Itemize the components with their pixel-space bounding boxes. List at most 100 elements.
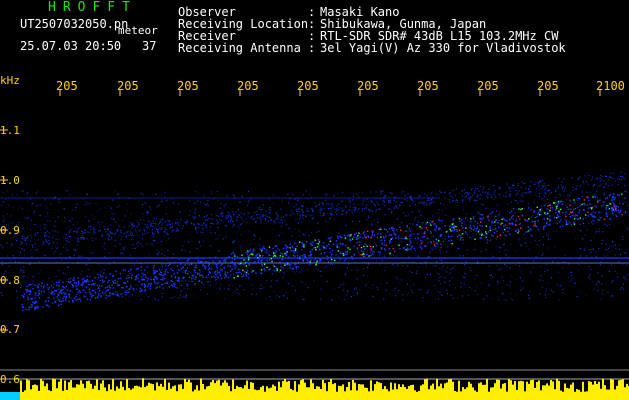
- noise-dot: [590, 239, 592, 241]
- noise-dot: [58, 198, 60, 201]
- trail-dot: [239, 224, 241, 226]
- trail-dot: [240, 262, 242, 265]
- noise-dot: [172, 253, 174, 255]
- trail-dot: [493, 191, 495, 193]
- noise-dot: [111, 213, 113, 215]
- trail-dot: [435, 226, 438, 228]
- noise-dot: [353, 288, 355, 290]
- trail-dot: [331, 253, 333, 256]
- signal-bar: [38, 390, 40, 400]
- noise-dot: [258, 243, 260, 246]
- noise-dot: [395, 255, 397, 257]
- noise-dot: [616, 208, 618, 211]
- trail-dot: [389, 208, 391, 210]
- noise-dot: [386, 282, 388, 284]
- noise-dot: [124, 215, 126, 217]
- trail-dot: [117, 285, 119, 287]
- trail-dot: [598, 185, 600, 187]
- trail-dot: [235, 271, 237, 274]
- trail-dot: [559, 201, 562, 203]
- noise-dot: [183, 287, 185, 290]
- trail-dot: [117, 229, 119, 231]
- trail-dot: [53, 297, 55, 299]
- trail-dot: [288, 256, 290, 258]
- noise-dot: [141, 238, 143, 240]
- trail-dot: [272, 251, 275, 253]
- noise-dot: [437, 212, 439, 214]
- noise-dot: [492, 255, 494, 257]
- trail-dot: [461, 218, 463, 221]
- trail-dot: [434, 229, 436, 231]
- noise-dot: [138, 231, 140, 233]
- trail-dot: [120, 293, 123, 295]
- noise-dot: [496, 210, 498, 212]
- noise-dot: [93, 284, 95, 287]
- signal-bar: [516, 389, 518, 400]
- noise-dot: [250, 268, 252, 270]
- trail-dot: [195, 264, 197, 267]
- signal-bar: [224, 380, 226, 400]
- noise-dot: [119, 252, 121, 254]
- trail-dot: [582, 181, 584, 184]
- trail-dot: [462, 199, 464, 201]
- trail-dot: [337, 250, 340, 252]
- trail-dot: [76, 288, 78, 290]
- signal-bar: [496, 379, 498, 400]
- noise-dot: [579, 223, 581, 225]
- noise-dot: [53, 253, 55, 255]
- trail-dot: [561, 181, 563, 183]
- trail-dot: [555, 207, 558, 209]
- trail-dot: [579, 185, 581, 187]
- trail-dot: [119, 273, 122, 275]
- noise-dot: [185, 223, 187, 225]
- noise-dot: [276, 294, 278, 296]
- trail-dot: [202, 276, 204, 279]
- signal-bar: [398, 384, 400, 400]
- trail-dot: [382, 203, 384, 205]
- noise-dot: [546, 269, 549, 272]
- trail-dot: [96, 284, 99, 287]
- noise-dot: [63, 208, 65, 210]
- noise-dot: [570, 226, 573, 228]
- trail-dot: [578, 212, 580, 214]
- trail-dot: [184, 271, 187, 273]
- signal-bar: [176, 391, 178, 400]
- trail-dot: [591, 206, 594, 209]
- trail-dot: [607, 178, 610, 181]
- trail-dot: [560, 208, 562, 211]
- trail-dot: [205, 266, 207, 268]
- trail-dot: [367, 236, 370, 238]
- noise-dot: [389, 202, 391, 204]
- trail-dot: [143, 279, 145, 281]
- trail-dot: [205, 226, 207, 229]
- noise-dot: [323, 194, 325, 196]
- x-tick-label: 205: [477, 79, 499, 93]
- trail-dot: [503, 219, 505, 221]
- noise-dot: [99, 280, 101, 282]
- noise-dot: [384, 269, 386, 272]
- trail-dot: [295, 211, 298, 213]
- noise-dot: [6, 242, 8, 244]
- noise-dot: [21, 284, 23, 286]
- trail-dot: [422, 203, 424, 205]
- noise-dot: [258, 247, 261, 249]
- noise-dot: [201, 227, 204, 229]
- trail-dot: [558, 178, 560, 180]
- trail-dot: [243, 259, 245, 261]
- trail-dot: [47, 288, 50, 290]
- filename-label: UT2507032050.pn: [20, 17, 129, 31]
- noise-dot: [24, 275, 26, 277]
- trail-dot: [282, 255, 284, 257]
- noise-dot: [626, 259, 628, 261]
- noise-dot: [283, 219, 285, 221]
- signal-bar: [78, 384, 80, 400]
- signal-bar: [338, 385, 340, 400]
- signal-bar: [450, 378, 452, 400]
- trail-dot: [372, 201, 374, 203]
- signal-bar: [134, 385, 136, 400]
- trail-dot: [340, 252, 342, 255]
- noise-dot: [18, 247, 20, 249]
- trail-dot: [208, 267, 211, 269]
- trail-dot: [216, 223, 218, 225]
- noise-dot: [310, 232, 313, 234]
